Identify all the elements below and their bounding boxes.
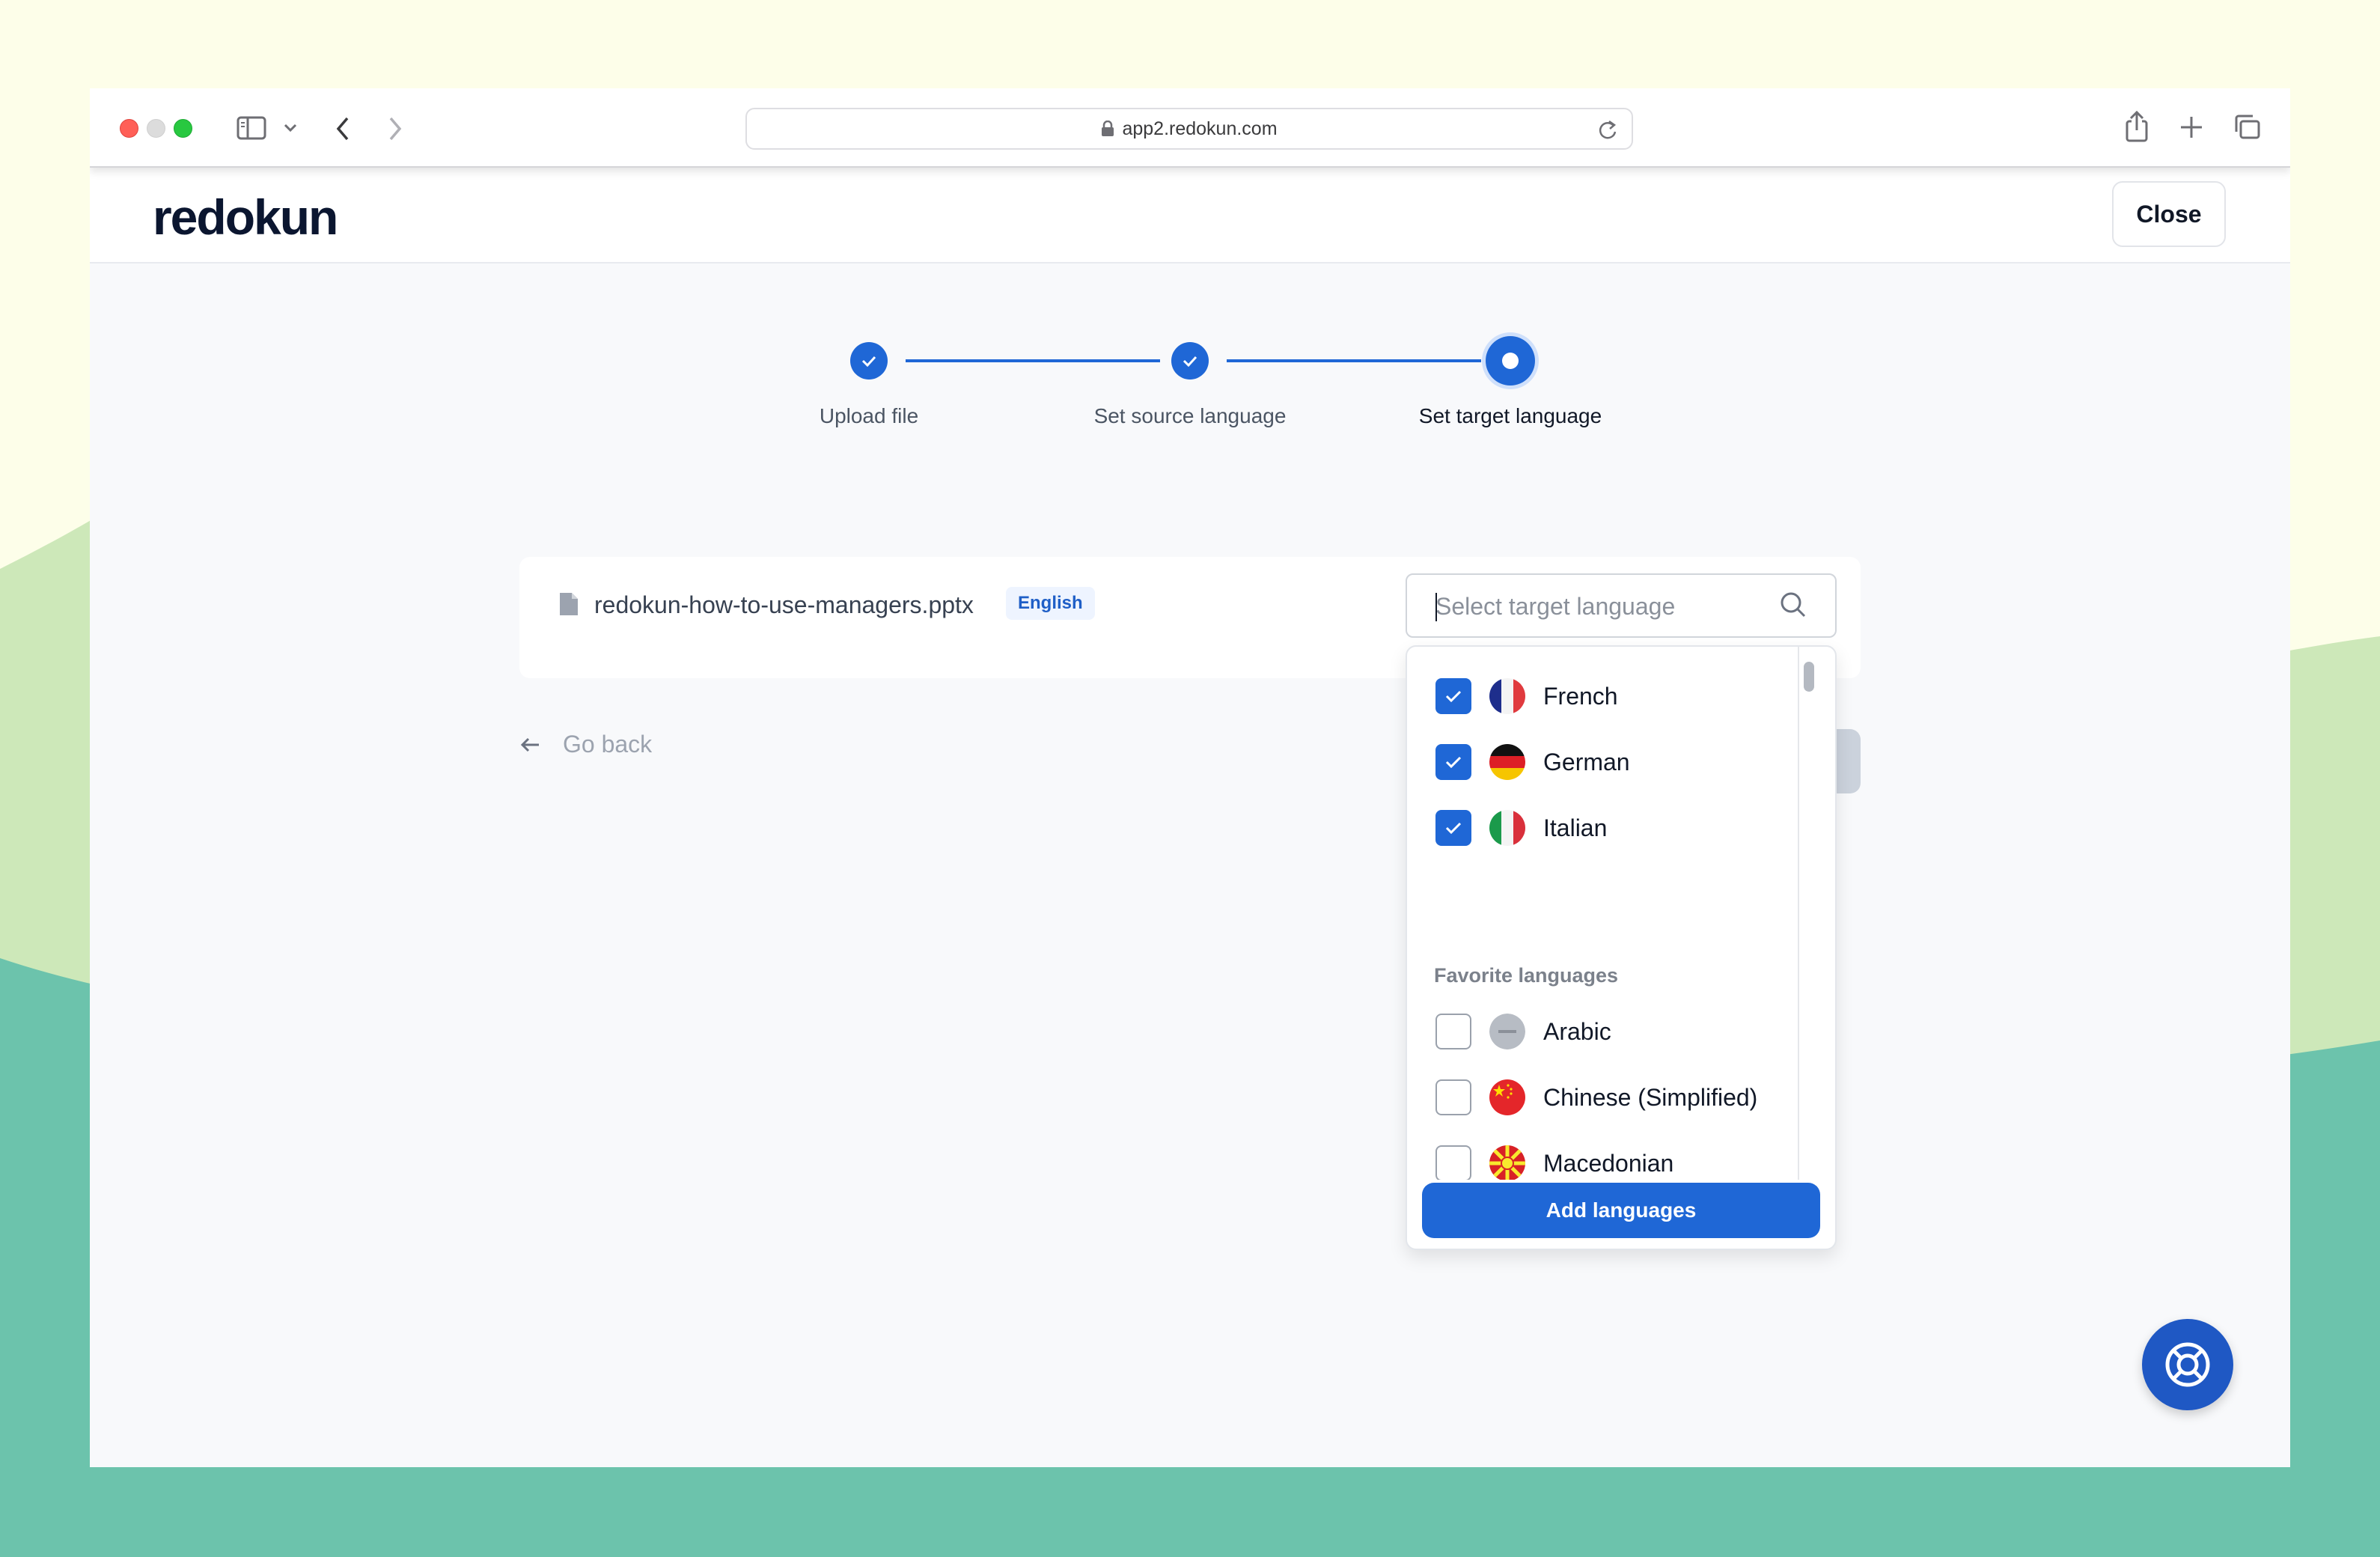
step-connector (906, 359, 1160, 362)
chevron-down-icon[interactable] (283, 123, 298, 133)
germany-flag-icon (1489, 744, 1525, 780)
redokun-logo[interactable]: redokun (153, 189, 338, 246)
document-icon (560, 593, 578, 615)
tab-overview-icon[interactable] (2233, 114, 2262, 141)
language-label: Chinese (Simplified) (1543, 1083, 1758, 1111)
scrollbar-track (1798, 647, 1799, 1180)
step-connector (1227, 359, 1481, 362)
new-tab-icon[interactable] (2179, 115, 2203, 139)
language-label: German (1543, 748, 1630, 776)
macedonia-flag-icon (1489, 1145, 1525, 1180)
language-option-chinese-simplified[interactable]: Chinese (Simplified) (1435, 1075, 1757, 1120)
help-button[interactable] (2142, 1319, 2233, 1410)
lock-icon (1102, 121, 1114, 136)
browser-window: app2.redokun.com redokun Close Upload fi… (90, 88, 2290, 1467)
step-1-done-icon (850, 342, 888, 380)
checkbox-checked[interactable] (1435, 678, 1471, 714)
share-icon[interactable] (2124, 111, 2149, 142)
maximize-window-button[interactable] (174, 119, 192, 138)
address-bar[interactable]: app2.redokun.com (745, 108, 1633, 150)
forward-arrow-icon[interactable] (386, 115, 404, 142)
go-back-link[interactable]: Go back (519, 731, 652, 758)
checkbox-unchecked[interactable] (1435, 1145, 1471, 1180)
language-option-french[interactable]: French (1435, 674, 1618, 719)
search-icon (1781, 592, 1806, 618)
language-label: French (1543, 682, 1618, 710)
language-list[interactable]: French German Italian Favorite languages… (1407, 647, 1796, 1180)
browser-toolbar: app2.redokun.com (90, 88, 2290, 168)
minimize-window-button[interactable] (147, 119, 165, 138)
target-language-search[interactable] (1406, 573, 1837, 638)
language-option-german[interactable]: German (1435, 740, 1630, 784)
language-label: Macedonian (1543, 1149, 1674, 1177)
back-arrow-icon[interactable] (334, 115, 352, 142)
sidebar-toggle-icon[interactable] (237, 115, 266, 141)
close-window-button[interactable] (120, 119, 138, 138)
add-languages-button[interactable]: Add languages (1422, 1183, 1820, 1238)
target-language-search-input[interactable] (1435, 588, 1765, 624)
scrollbar-thumb[interactable] (1804, 662, 1814, 692)
generic-flag-icon (1489, 1014, 1525, 1049)
step-3-current-icon (1486, 336, 1535, 386)
language-option-arabic[interactable]: Arabic (1435, 1009, 1611, 1054)
step-label-target-language: Set target language (1418, 404, 1602, 427)
url-text: app2.redokun.com (1122, 118, 1278, 139)
step-label-source-language: Set source language (1093, 404, 1287, 427)
checkbox-checked[interactable] (1435, 744, 1471, 780)
language-option-italian[interactable]: Italian (1435, 805, 1607, 850)
file-name: redokun-how-to-use-managers.pptx (594, 591, 974, 618)
language-dropdown: French German Italian Favorite languages… (1406, 645, 1837, 1250)
text-caret (1435, 593, 1437, 621)
reload-icon[interactable] (1597, 118, 1618, 141)
close-button[interactable]: Close (2112, 181, 2226, 247)
source-language-badge: English (1006, 587, 1095, 620)
app-header: redokun Close (90, 168, 2290, 263)
checkbox-checked[interactable] (1435, 810, 1471, 846)
language-label: Italian (1543, 814, 1608, 841)
checkbox-unchecked[interactable] (1435, 1014, 1471, 1049)
arrow-left-icon (520, 737, 539, 752)
italy-flag-icon (1489, 810, 1525, 846)
china-flag-icon (1489, 1079, 1525, 1115)
france-flag-icon (1489, 678, 1525, 714)
step-label-upload-file: Upload file (819, 404, 919, 427)
favorite-languages-heading: Favorite languages (1434, 964, 1619, 987)
language-label: Arabic (1543, 1017, 1611, 1045)
go-back-label: Go back (563, 731, 653, 758)
step-2-done-icon (1171, 342, 1209, 380)
checkbox-unchecked[interactable] (1435, 1079, 1471, 1115)
language-option-macedonian[interactable]: Macedonian (1435, 1141, 1673, 1180)
lifebuoy-icon (2165, 1342, 2210, 1387)
